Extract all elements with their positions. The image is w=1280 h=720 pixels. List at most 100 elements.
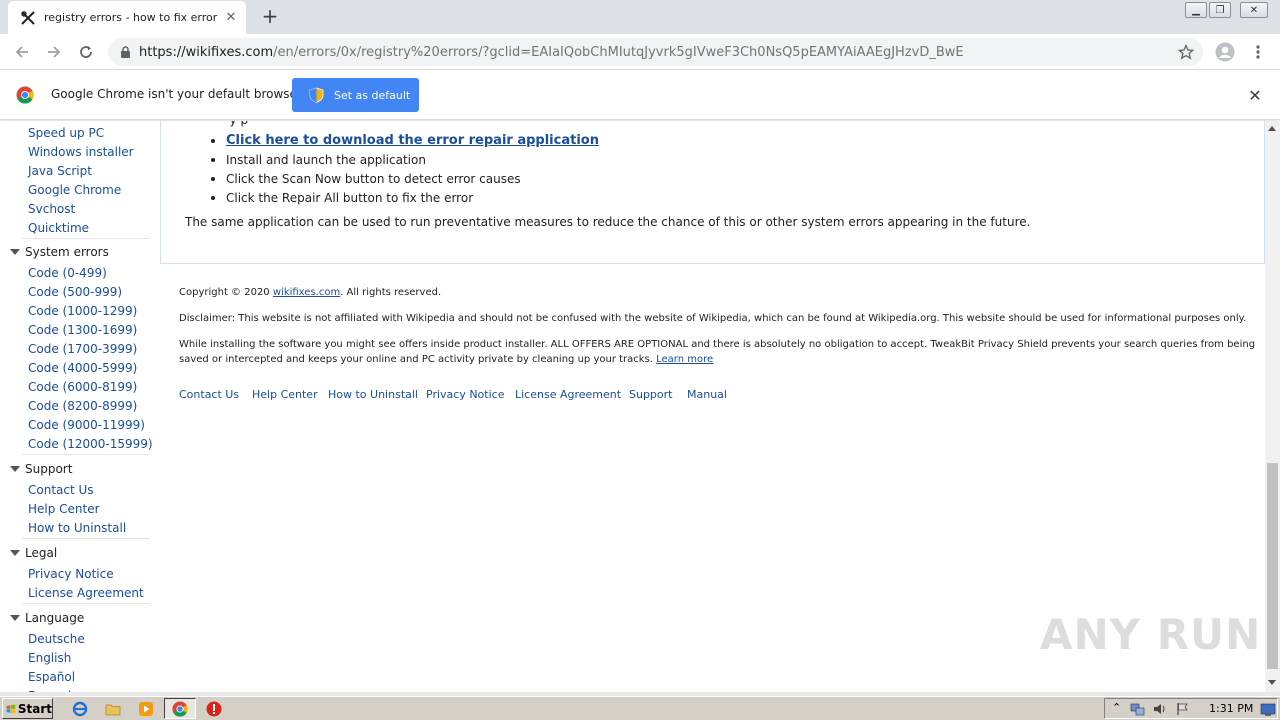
footer-link-manual[interactable]: Manual (687, 388, 727, 401)
sidebar-link-code-8200-8999-[interactable]: Code (8200-8999) (28, 399, 137, 413)
chrome-taskbar-button[interactable] (164, 698, 196, 719)
step-text: Click the Scan Now button to detect erro… (226, 172, 521, 186)
sidebar-section-label: Support (25, 462, 73, 476)
forward-button[interactable] (43, 41, 65, 63)
sidebar-section-support[interactable]: Support (10, 462, 72, 476)
footer-link-help-center[interactable]: Help Center (252, 388, 318, 401)
collapse-triangle-icon (10, 466, 20, 472)
sidebar-link-license-agreement[interactable]: License Agreement (28, 586, 144, 600)
copyright-site-link[interactable]: wikifixes.com (273, 287, 340, 298)
step-text: Click the Repair All button to fix the e… (226, 191, 474, 205)
sidebar-link-code-1700-3999-[interactable]: Code (1700-3999) (28, 342, 137, 356)
browser-toolbar: https://wikifixes.com/en/errors/0x/regis… (0, 34, 1280, 70)
sidebar-link-speed-up-pc[interactable]: Speed up PC (28, 126, 104, 140)
browser-tab[interactable]: registry errors - how to fix error ✕ (8, 1, 246, 34)
scroll-thumb[interactable] (1267, 463, 1278, 669)
show-desktop-icon[interactable] (1260, 702, 1276, 720)
collapse-triangle-icon (10, 550, 20, 556)
back-button[interactable] (11, 41, 33, 63)
scroll-up-arrow-icon[interactable] (1268, 126, 1276, 131)
url-path: /en/errors/0x/registry%20errors/?gclid=E… (273, 44, 964, 60)
sidebar-section-label: Language (25, 611, 85, 625)
sidebar-link-code-12000-15999-[interactable]: Code (12000-15999) (28, 437, 153, 451)
ie-icon[interactable] (71, 700, 89, 718)
sidebar-link-windows-installer[interactable]: Windows installer (28, 145, 134, 159)
sidebar-link-code-500-999-[interactable]: Code (500-999) (28, 285, 122, 299)
sidebar-section-system-errors[interactable]: System errors (10, 245, 109, 259)
bookmark-star-button[interactable] (1175, 41, 1197, 63)
learn-more-link[interactable]: Learn more (656, 354, 713, 365)
bullet-download: Click here to download the error repair … (211, 133, 599, 148)
action-center-flag-icon[interactable] (1176, 701, 1190, 720)
menu-button[interactable] (1247, 41, 1269, 63)
footer-link-privacy-notice[interactable]: Privacy Notice (426, 388, 504, 401)
sidebar-link-help-center[interactable]: Help Center (28, 502, 100, 516)
explorer-folder-icon[interactable] (104, 700, 122, 718)
reload-button[interactable] (75, 41, 97, 63)
url-host: https://wikifixes.com (139, 44, 274, 60)
windows-logo-icon (6, 704, 16, 713)
infobar-close-icon[interactable]: ✕ (1247, 86, 1263, 105)
tab-close-icon[interactable]: ✕ (222, 9, 240, 27)
sidebar-section-label: Legal (25, 546, 58, 560)
network-icon[interactable] (1130, 701, 1146, 720)
volume-icon[interactable] (1153, 701, 1167, 720)
sidebar-nav: Speed up PC Windows installer Java Script G… (0, 121, 160, 692)
sidebar-divider (22, 538, 150, 539)
bullet-step-2: Click the Scan Now button to detect erro… (211, 172, 521, 186)
profile-button[interactable] (1214, 41, 1236, 63)
minimize-button[interactable]: ▁ (1185, 2, 1207, 18)
restore-button[interactable]: ❐ (1209, 2, 1231, 18)
sidebar-section-legal[interactable]: Legal (10, 546, 57, 560)
stop-alert-icon[interactable] (205, 700, 223, 718)
tab-title: registry errors - how to fix error (44, 11, 218, 24)
more-vert-icon (1256, 45, 1260, 59)
copyright-line: Copyright © 2020 wikifixes.com. All righ… (179, 287, 442, 298)
footer-link-support[interactable]: Support (629, 388, 672, 401)
download-repair-link[interactable]: Click here to download the error repair … (226, 133, 599, 148)
footer-link-how-to-uninstall[interactable]: How to Uninstall (328, 388, 418, 401)
footer-link-license-agreement[interactable]: License Agreement (515, 388, 621, 401)
chrome-logo-icon (16, 86, 34, 108)
set-as-default-label: Set as default (334, 88, 411, 102)
default-browser-infobar: Google Chrome isn't your default browser… (0, 70, 1280, 120)
sidebar-link-english[interactable]: English (28, 651, 71, 665)
repair-instructions-box: • y p Click here to download the error r… (160, 121, 1265, 264)
sidebar-link-code-9000-11999-[interactable]: Code (9000-11999) (28, 418, 145, 432)
media-player-icon[interactable] (137, 700, 155, 718)
sidebar-link-java-script[interactable]: Java Script (28, 164, 92, 178)
lock-icon (121, 45, 130, 58)
footer-link-contact-us[interactable]: Contact Us (179, 388, 239, 401)
sidebar-link-privacy-notice[interactable]: Privacy Notice (28, 567, 114, 581)
sidebar-link-how-to-uninstall[interactable]: How to Uninstall (28, 521, 126, 535)
scroll-down-arrow-icon[interactable] (1268, 680, 1276, 685)
sidebar-link-code-4000-5999-[interactable]: Code (4000-5999) (28, 361, 137, 375)
sidebar-link-espa-ol[interactable]: Español (28, 670, 75, 684)
sidebar-link-google-chrome[interactable]: Google Chrome (28, 183, 121, 197)
sidebar-link-svchost[interactable]: Svchost (28, 202, 75, 216)
sidebar-link-contact-us[interactable]: Contact Us (28, 483, 94, 497)
start-button[interactable]: Start (2, 698, 53, 719)
sidebar-link-code-6000-8199-[interactable]: Code (6000-8199) (28, 380, 137, 394)
url-text: https://wikifixes.com/en/errors/0x/regis… (139, 45, 964, 60)
sidebar-link-quicktime[interactable]: Quicktime (28, 221, 89, 235)
set-as-default-button[interactable]: Set as default (292, 78, 419, 112)
vertical-scrollbar[interactable] (1265, 121, 1280, 692)
forward-arrow-icon (48, 46, 61, 58)
sidebar-section-language[interactable]: Language (10, 611, 84, 625)
sidebar-divider (22, 238, 150, 239)
new-tab-button[interactable]: + (260, 6, 280, 26)
tools-favicon-icon (20, 10, 36, 26)
sidebar-divider (22, 454, 150, 455)
sidebar-link-code-1300-1699-[interactable]: Code (1300-1699) (28, 323, 137, 337)
close-window-button[interactable]: ✕ (1240, 2, 1268, 18)
sidebar-link-code-1000-1299-[interactable]: Code (1000-1299) (28, 304, 137, 318)
back-arrow-icon (15, 46, 28, 58)
address-bar[interactable]: https://wikifixes.com/en/errors/0x/regis… (108, 38, 1203, 66)
sidebar-link-code-0-499-[interactable]: Code (0-499) (28, 266, 107, 280)
shield-icon (309, 87, 324, 106)
tray-expand-icon[interactable]: ⌃ (1112, 701, 1121, 714)
taskbar-clock: 1:31 PM (1209, 702, 1254, 715)
sidebar-link-deutsche[interactable]: Deutsche (28, 632, 85, 646)
anyrun-watermark: ANY RUN (1040, 610, 1262, 659)
